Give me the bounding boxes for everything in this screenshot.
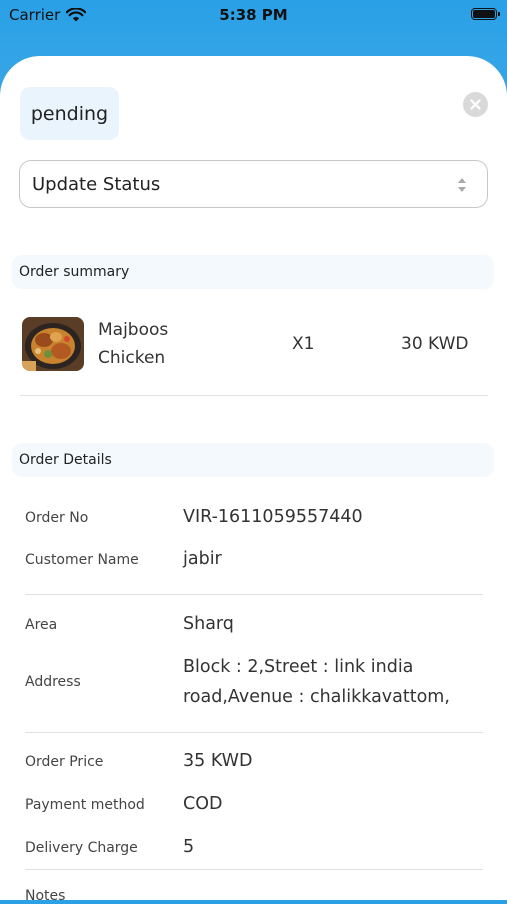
close-icon	[470, 99, 481, 110]
item-price: 30 KWD	[401, 334, 469, 354]
customer-name-value: jabir	[183, 549, 222, 569]
delivery-charge-value: 5	[183, 837, 195, 857]
order-no-value: VIR-1611059557440	[183, 507, 363, 527]
item-name: Majboos Chicken	[98, 320, 169, 368]
order-details-header: Order Details	[12, 443, 494, 477]
area-label: Area	[25, 617, 58, 633]
customer-name-label: Customer Name	[25, 552, 139, 568]
notes-label: Notes	[25, 888, 66, 904]
address-label: Address	[25, 674, 81, 690]
battery-tip	[498, 12, 500, 16]
status-time: 5:38 PM	[219, 6, 288, 24]
order-status-pill: pending	[20, 87, 119, 140]
order-no-label: Order No	[25, 510, 89, 526]
order-price-value: 35 KWD	[183, 751, 253, 771]
delivery-charge-label: Delivery Charge	[25, 840, 138, 856]
details-divider	[25, 869, 483, 870]
details-divider	[25, 732, 483, 733]
order-sheet: pending Update Status Order summary Majb…	[0, 56, 507, 904]
payment-method-value: COD	[183, 794, 223, 814]
update-status-label: Update Status	[32, 173, 161, 195]
item-quantity: X1	[292, 334, 315, 354]
summary-divider	[20, 395, 488, 396]
address-value: Block : 2,Street : link india road,Avenu…	[183, 657, 450, 707]
battery-icon	[471, 8, 500, 20]
food-image	[22, 317, 84, 371]
battery-fill	[473, 10, 495, 18]
details-divider	[25, 594, 483, 595]
payment-method-label: Payment method	[25, 797, 145, 813]
up-down-chevron-icon	[457, 176, 467, 194]
order-price-label: Order Price	[25, 754, 104, 770]
status-bar: Carrier 5:38 PM	[0, 0, 507, 30]
update-status-select[interactable]: Update Status	[19, 160, 488, 208]
order-summary-header: Order summary	[12, 255, 494, 289]
close-button[interactable]	[463, 92, 488, 117]
area-value: Sharq	[183, 614, 234, 634]
